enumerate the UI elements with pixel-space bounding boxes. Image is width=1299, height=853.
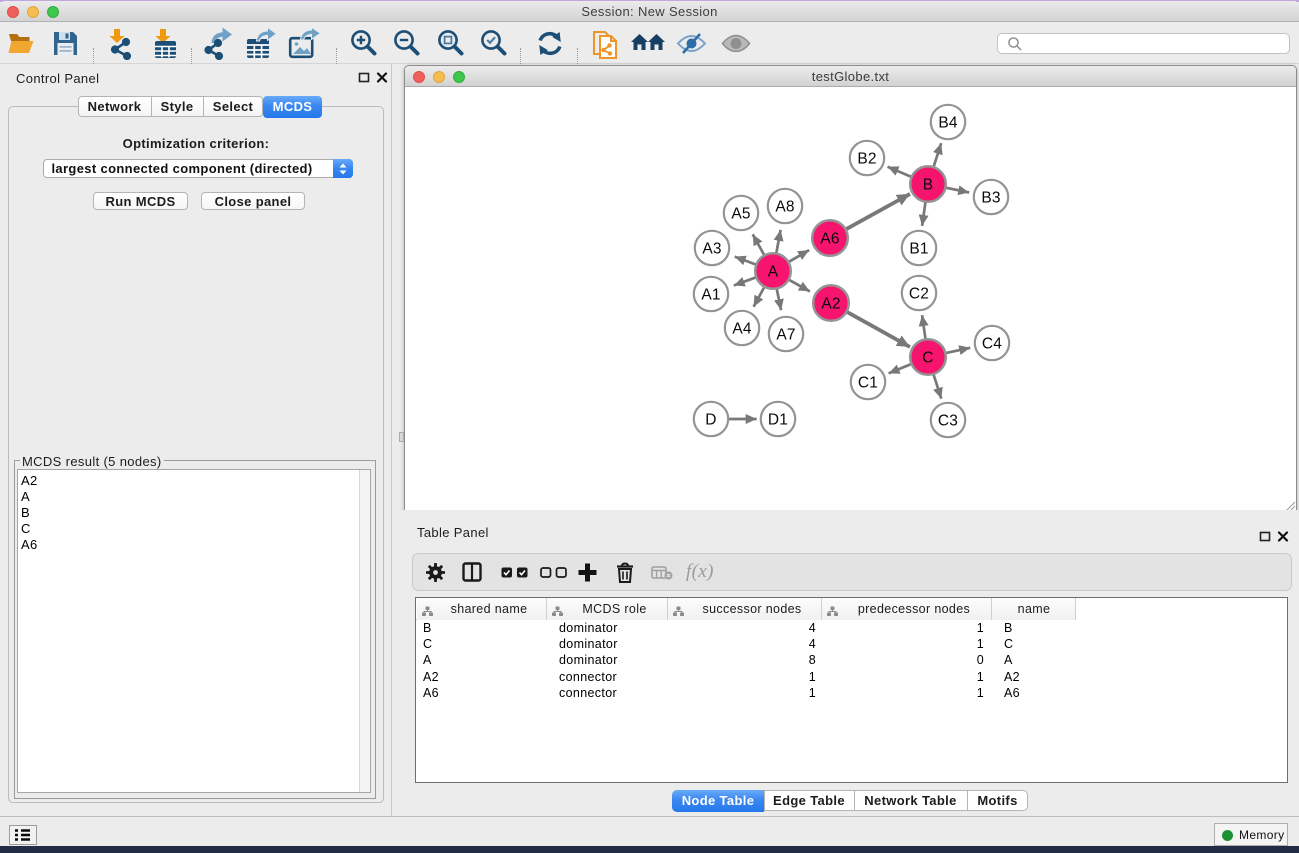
- svg-text:A4: A4: [732, 321, 752, 338]
- svg-text:A2: A2: [821, 296, 840, 313]
- svg-text:A6: A6: [820, 231, 839, 248]
- svg-text:B1: B1: [909, 241, 928, 258]
- svg-text:C3: C3: [938, 413, 958, 430]
- svg-text:A: A: [768, 264, 779, 281]
- svg-text:D: D: [705, 412, 716, 429]
- svg-text:C1: C1: [858, 375, 878, 392]
- svg-text:C: C: [922, 350, 933, 367]
- svg-text:B2: B2: [857, 151, 876, 168]
- svg-text:B3: B3: [981, 190, 1000, 207]
- svg-text:B: B: [923, 177, 934, 194]
- svg-text:A5: A5: [731, 206, 750, 223]
- svg-text:A3: A3: [702, 241, 721, 258]
- svg-text:A1: A1: [701, 287, 720, 304]
- svg-text:A7: A7: [776, 327, 795, 344]
- svg-text:D1: D1: [768, 412, 788, 429]
- svg-text:C4: C4: [982, 336, 1002, 353]
- svg-text:A8: A8: [775, 199, 794, 216]
- svg-text:B4: B4: [938, 115, 958, 132]
- svg-text:C2: C2: [909, 286, 929, 303]
